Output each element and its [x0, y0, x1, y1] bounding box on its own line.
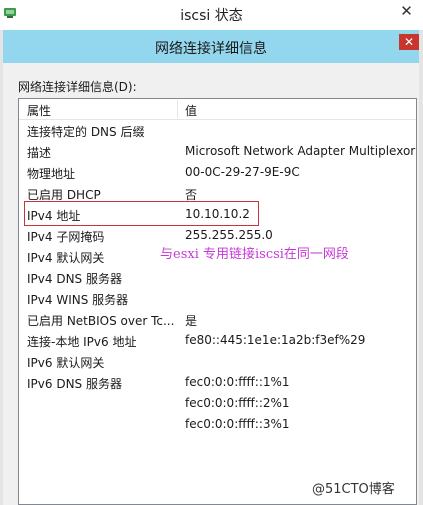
watermark: @51CTO博客	[312, 482, 395, 497]
row-value: fec0:0:0:ffff::1%1	[185, 375, 290, 389]
row-value: fec0:0:0:ffff::3%1	[185, 417, 290, 431]
column-separator[interactable]	[177, 100, 178, 118]
column-header-value[interactable]: 值	[185, 102, 197, 119]
table-row[interactable]: IPv4 WINS 服务器	[19, 289, 416, 309]
table-row[interactable]: fec0:0:0:ffff::3%1	[19, 415, 416, 435]
dialog-titlebar[interactable]: 网络连接详细信息 ✕	[3, 30, 419, 63]
details-list-view[interactable]: 属性 值 连接特定的 DNS 后缀 描述 Microsoft Network A…	[18, 98, 417, 505]
table-row[interactable]: IPv4 DNS 服务器	[19, 268, 416, 288]
row-value: 255.255.255.0	[185, 228, 273, 242]
table-row[interactable]: IPv6 默认网关	[19, 352, 416, 372]
table-row[interactable]: 物理地址 00-0C-29-27-9E-9C	[19, 163, 416, 183]
table-row[interactable]: 描述 Microsoft Network Adapter Multiplexor	[19, 142, 416, 162]
list-header: 属性 值	[19, 99, 416, 120]
dialog-title: 网络连接详细信息	[155, 41, 267, 57]
table-row[interactable]: IPv6 DNS 服务器 fec0:0:0:ffff::1%1	[19, 373, 416, 393]
row-property: IPv6 默认网关	[27, 356, 105, 370]
screenshot-root: iscsi 状态 ✕ 网络连接详细信息 ✕ 网络连接详细信息(D): 属性 值 …	[0, 0, 423, 505]
outer-window-title: iscsi 状态	[180, 8, 243, 24]
details-section-label: 网络连接详细信息(D):	[18, 80, 137, 94]
row-property: 连接-本地 IPv6 地址	[27, 335, 137, 349]
dialog-close-button[interactable]: ✕	[399, 34, 419, 50]
row-property: 连接特定的 DNS 后缀	[27, 125, 145, 139]
row-property: 物理地址	[27, 167, 76, 181]
row-property: IPv4 WINS 服务器	[27, 293, 129, 307]
row-value: fec0:0:0:ffff::2%1	[185, 396, 290, 410]
table-row[interactable]: 已启用 NetBIOS over Tc... 是	[19, 310, 416, 330]
network-details-dialog: 网络连接详细信息 ✕ 网络连接详细信息(D): 属性 值 连接特定的 DNS 后…	[3, 30, 419, 505]
row-value: 00-0C-29-27-9E-9C	[185, 165, 300, 179]
row-property: IPv4 默认网关	[27, 251, 105, 265]
annotation-note: 与esxi 专用链接iscsi在同一网段	[160, 247, 349, 262]
column-header-property[interactable]: 属性	[27, 102, 51, 119]
row-property: 已启用 NetBIOS over Tc...	[27, 314, 175, 328]
row-value: Microsoft Network Adapter Multiplexor	[185, 144, 416, 158]
row-property: IPv4 子网掩码	[27, 230, 105, 244]
row-property: IPv6 DNS 服务器	[27, 377, 122, 391]
outer-window-titlebar: iscsi 状态 ✕	[0, 0, 423, 30]
outer-window-frame-right	[419, 30, 423, 505]
row-property: IPv4 DNS 服务器	[27, 272, 122, 286]
row-value: fe80::445:1e1e:1a2b:f3ef%29	[185, 333, 366, 347]
row-value: 是	[185, 314, 198, 328]
table-row[interactable]: 连接-本地 IPv6 地址 fe80::445:1e1e:1a2b:f3ef%2…	[19, 331, 416, 351]
row-property: 描述	[27, 146, 52, 160]
ipv4-highlight-box	[24, 201, 259, 226]
table-row[interactable]: fec0:0:0:ffff::2%1	[19, 394, 416, 414]
outer-close-button[interactable]: ✕	[390, 0, 423, 22]
table-row[interactable]: 连接特定的 DNS 后缀	[19, 121, 416, 141]
